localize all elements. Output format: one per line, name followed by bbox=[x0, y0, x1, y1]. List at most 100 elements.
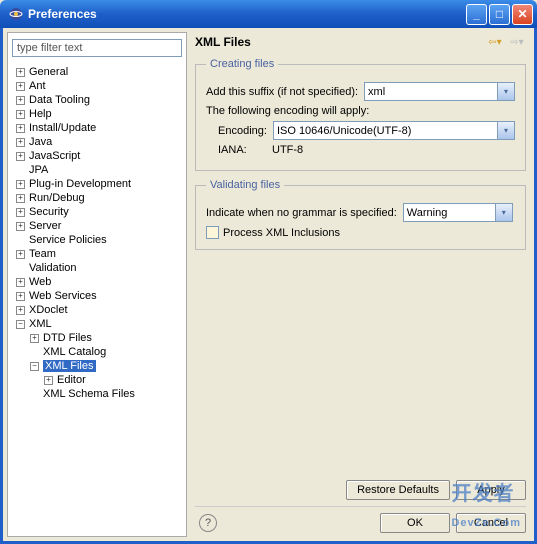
forward-button[interactable]: ⇨▾ bbox=[508, 34, 526, 50]
tree-item[interactable]: XML Catalog bbox=[12, 345, 182, 359]
tree-item-label[interactable]: Data Tooling bbox=[29, 94, 90, 106]
expander-spacer bbox=[30, 348, 39, 357]
tree-item-label[interactable]: Validation bbox=[29, 262, 77, 274]
tree-item-label[interactable]: XML Schema Files bbox=[43, 388, 135, 400]
tree-item[interactable]: + Java bbox=[12, 135, 182, 149]
tree-item[interactable]: + JavaScript bbox=[12, 149, 182, 163]
expand-icon[interactable]: + bbox=[16, 194, 25, 203]
tree-item-label[interactable]: Help bbox=[29, 108, 52, 120]
tree-item[interactable]: + DTD Files bbox=[12, 331, 182, 345]
tree-item-label[interactable]: Web bbox=[29, 276, 51, 288]
validating-files-group: Validating files Indicate when no gramma… bbox=[195, 179, 526, 250]
tree-item[interactable]: Service Policies bbox=[12, 233, 182, 247]
tree-item[interactable]: + Ant bbox=[12, 79, 182, 93]
tree-item[interactable]: + Install/Update bbox=[12, 121, 182, 135]
tree-item-label[interactable]: XDoclet bbox=[29, 304, 68, 316]
tree-item[interactable]: + Editor bbox=[12, 373, 182, 387]
tree-item[interactable]: + Run/Debug bbox=[12, 191, 182, 205]
tree-item-label[interactable]: Service Policies bbox=[29, 234, 107, 246]
tree-item[interactable]: + General bbox=[12, 65, 182, 79]
suffix-combo[interactable]: xml ▾ bbox=[364, 82, 515, 101]
tree-item-label[interactable]: Java bbox=[29, 136, 52, 148]
expand-icon[interactable]: + bbox=[44, 376, 53, 385]
expander-spacer bbox=[30, 390, 39, 399]
expand-icon[interactable]: + bbox=[16, 82, 25, 91]
chevron-down-icon: ▾ bbox=[497, 83, 514, 100]
tree-item[interactable]: + Team bbox=[12, 247, 182, 261]
page-title: XML Files bbox=[195, 35, 482, 49]
encoding-combo[interactable]: ISO 10646/Unicode(UTF-8) ▾ bbox=[273, 121, 515, 140]
tree-item[interactable]: XML Schema Files bbox=[12, 387, 182, 401]
maximize-button[interactable]: □ bbox=[489, 4, 510, 25]
expand-icon[interactable]: + bbox=[16, 152, 25, 161]
back-button[interactable]: ⇦▾ bbox=[486, 34, 504, 50]
grammar-combo[interactable]: Warning ▾ bbox=[403, 203, 513, 222]
tree-item[interactable]: + Security bbox=[12, 205, 182, 219]
tree-item[interactable]: + XDoclet bbox=[12, 303, 182, 317]
tree-item-label[interactable]: XML Files bbox=[43, 360, 96, 372]
tree-item[interactable]: + Web Services bbox=[12, 289, 182, 303]
tree-item-label[interactable]: Run/Debug bbox=[29, 192, 85, 204]
preferences-tree[interactable]: + General + Ant + Data Tooling + Help + Install/U… bbox=[12, 65, 182, 530]
expand-icon[interactable]: + bbox=[16, 180, 25, 189]
close-button[interactable]: ✕ bbox=[512, 4, 533, 25]
tree-item[interactable]: + Plug-in Development bbox=[12, 177, 182, 191]
filter-input[interactable] bbox=[12, 39, 182, 57]
expand-icon[interactable]: + bbox=[16, 222, 25, 231]
suffix-label: Add this suffix (if not specified): bbox=[206, 86, 358, 98]
expand-icon[interactable]: + bbox=[16, 250, 25, 259]
app-icon bbox=[8, 6, 24, 22]
tree-item[interactable]: −XML Files bbox=[12, 359, 182, 373]
page-header: XML Files ⇦▾ ⇨▾ bbox=[195, 34, 526, 50]
expander-spacer bbox=[16, 166, 25, 175]
expand-icon[interactable]: + bbox=[16, 278, 25, 287]
tree-item-label[interactable]: DTD Files bbox=[43, 332, 92, 344]
cancel-button[interactable]: Cancel bbox=[456, 513, 526, 533]
tree-item[interactable]: JPA bbox=[12, 163, 182, 177]
tree-item[interactable]: Validation bbox=[12, 261, 182, 275]
grammar-label: Indicate when no grammar is specified: bbox=[206, 207, 397, 219]
expand-icon[interactable]: + bbox=[16, 110, 25, 119]
tree-item[interactable]: + Help bbox=[12, 107, 182, 121]
expand-icon[interactable]: + bbox=[16, 68, 25, 77]
expand-icon[interactable]: + bbox=[16, 292, 25, 301]
tree-item-label[interactable]: Security bbox=[29, 206, 69, 218]
tree-item-label[interactable]: JavaScript bbox=[29, 150, 80, 162]
expand-icon[interactable]: + bbox=[16, 208, 25, 217]
minimize-button[interactable]: _ bbox=[466, 4, 487, 25]
tree-item-label[interactable]: XML Catalog bbox=[43, 346, 106, 358]
tree-item[interactable]: + Data Tooling bbox=[12, 93, 182, 107]
tree-item-label[interactable]: XML bbox=[29, 318, 52, 330]
tree-item-label[interactable]: JPA bbox=[29, 164, 48, 176]
tree-item[interactable]: + Server bbox=[12, 219, 182, 233]
expand-icon[interactable]: + bbox=[16, 306, 25, 315]
ok-button[interactable]: OK bbox=[380, 513, 450, 533]
tree-item-label[interactable]: Install/Update bbox=[29, 122, 96, 134]
tree-item-label[interactable]: Web Services bbox=[29, 290, 97, 302]
inclusions-checkbox[interactable] bbox=[206, 226, 219, 239]
left-pane: + General + Ant + Data Tooling + Help + Install/U… bbox=[7, 32, 187, 537]
expand-icon[interactable]: + bbox=[16, 138, 25, 147]
expand-icon[interactable]: + bbox=[16, 96, 25, 105]
tree-item-label[interactable]: Editor bbox=[57, 374, 86, 386]
collapse-icon[interactable]: − bbox=[30, 362, 39, 371]
expand-icon[interactable]: + bbox=[16, 124, 25, 133]
window-title: Preferences bbox=[28, 7, 464, 21]
tree-item[interactable]: −XML bbox=[12, 317, 182, 331]
tree-item-label[interactable]: Team bbox=[29, 248, 56, 260]
tree-item-label[interactable]: Ant bbox=[29, 80, 46, 92]
expand-icon[interactable]: + bbox=[30, 334, 39, 343]
collapse-icon[interactable]: − bbox=[16, 320, 25, 329]
creating-files-group: Creating files Add this suffix (if not s… bbox=[195, 58, 526, 171]
title-bar: Preferences _ □ ✕ bbox=[0, 0, 537, 28]
tree-item[interactable]: + Web bbox=[12, 275, 182, 289]
tree-item-label[interactable]: Server bbox=[29, 220, 61, 232]
creating-files-legend: Creating files bbox=[206, 58, 278, 70]
tree-item-label[interactable]: General bbox=[29, 66, 68, 78]
apply-button[interactable]: Apply bbox=[456, 480, 526, 500]
restore-defaults-button[interactable]: Restore Defaults bbox=[346, 480, 450, 500]
encoding-value: ISO 10646/Unicode(UTF-8) bbox=[277, 125, 412, 137]
validating-files-legend: Validating files bbox=[206, 179, 284, 191]
tree-item-label[interactable]: Plug-in Development bbox=[29, 178, 131, 190]
help-icon[interactable]: ? bbox=[199, 514, 217, 532]
